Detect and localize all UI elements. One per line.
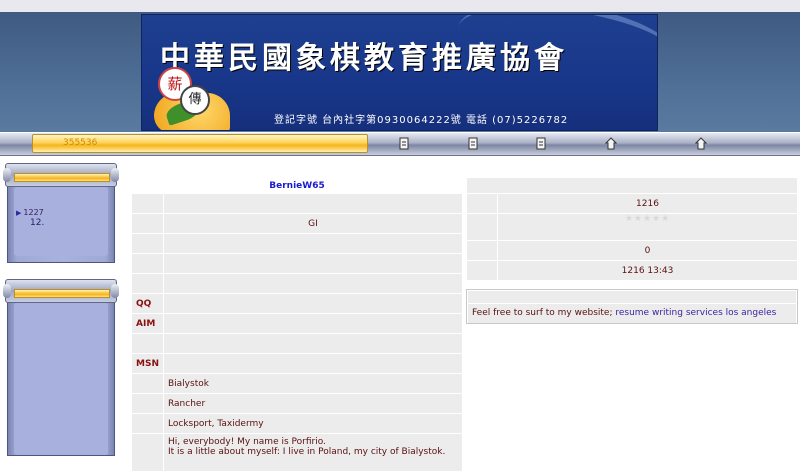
sidebar-list-item[interactable]: ▶ 1227 — [16, 208, 44, 217]
profile-row-location: Bialystok — [131, 373, 464, 394]
visitor-counter-bar: 355536 — [32, 134, 368, 153]
association-logo: 薪 傳 — [144, 63, 230, 130]
profile-bio: Hi, everybody! My name is Porfirio. It i… — [162, 433, 464, 472]
bullet-arrow-icon: ▶ — [16, 209, 22, 217]
sidebar-panel-1-body: ▶ 1227 12. — [7, 183, 115, 263]
sidebar-panel-2-body — [7, 299, 115, 456]
profile-row-bio: Hi, everybody! My name is Porfirio. It i… — [131, 433, 464, 472]
sidebar-panel-2-header — [3, 279, 119, 303]
sidebar-panel-1: ▶ 1227 12. — [3, 163, 119, 263]
signature-text: Feel free to surf to my website; resume … — [468, 304, 796, 323]
profile-location: Bialystok — [162, 373, 464, 394]
profile-username[interactable]: BernieW65 — [131, 177, 463, 194]
signature-link[interactable]: resume writing services los angeles — [615, 308, 776, 318]
stats-row-zero: 0 — [466, 240, 798, 261]
stats-row-last-visit: 1216 13:43 — [466, 260, 798, 281]
profile-row: GI — [131, 213, 464, 234]
stats-row-posts: 1216 — [466, 193, 798, 214]
aim-label: AIM — [131, 313, 164, 334]
profile-row-interests: Locksport, Taxidermy — [131, 413, 464, 434]
post-count: 1216 — [497, 193, 798, 214]
stats-value: 0 — [497, 240, 798, 261]
stats-row-rank: ★★★★★ — [466, 213, 798, 241]
msn-label: MSN — [131, 353, 164, 374]
profile-interests: Locksport, Taxidermy — [162, 413, 464, 434]
stats-table: 1216 ★★★★★ 0 1216 13:43 — [466, 177, 798, 281]
profile-row-occupation: Rancher — [131, 393, 464, 414]
profile-row — [131, 273, 464, 294]
profile-occupation: Rancher — [162, 393, 464, 414]
visitor-counter: 355536 — [63, 138, 98, 148]
profile-row — [131, 253, 464, 274]
sidebar-panel-1-header — [3, 163, 119, 187]
profile-row — [131, 233, 464, 254]
qq-label: QQ — [131, 293, 164, 314]
profile-gender: GI — [162, 213, 464, 234]
last-visit: 1216 13:43 — [497, 260, 798, 281]
profile-row-qq: QQ — [131, 293, 464, 314]
nav-document-icon-3[interactable] — [535, 137, 547, 150]
banner-registration-info: 登記字號 台內社字第0930064222號 電話 (07)5226782 — [274, 115, 569, 126]
nav-home-icon-2[interactable] — [694, 137, 708, 150]
profile-row — [131, 333, 464, 354]
nav-home-icon-1[interactable] — [604, 137, 618, 150]
rank-stars-icon: ★★★★★ — [624, 214, 671, 224]
site-banner[interactable]: 中華民國象棋教育推廣協會 薪 傳 登記字號 台內社字第0930064222號 電… — [141, 14, 658, 131]
nav-document-icon-1[interactable] — [398, 137, 410, 150]
sidebar-list-subitem[interactable]: 12. — [30, 218, 44, 228]
logo-char-2: 傳 — [180, 85, 210, 115]
profile-row-aim: AIM — [131, 313, 464, 334]
profile-row-msn: MSN — [131, 353, 464, 374]
profile-table: BernieW65 GI QQ AIM MSN Bialystok Ranche… — [131, 177, 464, 472]
nav-document-icon-2[interactable] — [467, 137, 479, 150]
profile-row — [131, 193, 464, 214]
signature-box: Feel free to surf to my website; resume … — [466, 289, 798, 324]
sidebar-panel-2 — [3, 279, 119, 456]
